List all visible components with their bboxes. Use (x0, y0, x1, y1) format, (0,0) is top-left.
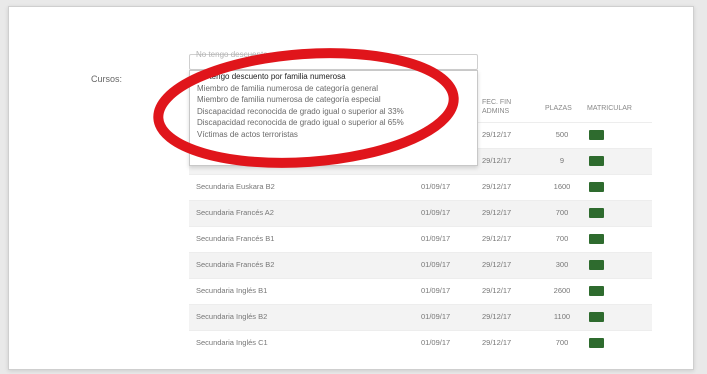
header-matricular: MATRICULAR (587, 105, 632, 112)
end-date: 29/12/17 (482, 234, 512, 243)
start-date: 01/09/17 (421, 312, 451, 321)
matricular-button[interactable] (589, 286, 604, 296)
discount-select[interactable]: No tengo descuento por familia numerosa (189, 50, 478, 70)
select-value: No tengo descuento por familia numerosa (196, 50, 345, 59)
cursos-label: Cursos: (91, 74, 123, 84)
matricular-button[interactable] (589, 338, 604, 348)
matricular-button[interactable] (589, 260, 604, 270)
course-name: Secundaria Francés A2 (196, 208, 274, 217)
plazas-count: 500 (555, 130, 569, 139)
plazas-count: 2600 (553, 286, 571, 295)
end-date: 29/12/17 (482, 338, 512, 347)
plazas-count: 300 (555, 260, 569, 269)
course-name: Secundaria Inglés B1 (196, 286, 268, 295)
dropdown-option[interactable]: Miembro de familia numerosa de categoría… (190, 94, 477, 106)
start-date: 01/09/17 (421, 286, 451, 295)
table-row: Secundaria Inglés C1 01/09/17 29/12/17 7… (189, 330, 652, 356)
table-row: Secundaria Francés B2 01/09/17 29/12/17 … (189, 252, 652, 278)
table-row: Secundaria Euskara B2 01/09/17 29/12/17 … (189, 174, 652, 200)
end-date: 29/12/17 (482, 312, 512, 321)
plazas-count: 700 (555, 234, 569, 243)
dropdown-option[interactable]: Víctimas de actos terroristas (190, 129, 477, 141)
start-date: 01/09/17 (421, 260, 451, 269)
end-date: 29/12/17 (482, 156, 512, 165)
end-date: 29/12/17 (482, 286, 512, 295)
matricular-button[interactable] (589, 182, 604, 192)
dropdown-option[interactable]: Discapacidad reconocida de grado igual o… (190, 117, 477, 129)
table-row: Secundaria Inglés B2 01/09/17 29/12/17 1… (189, 304, 652, 330)
course-name: Secundaria Francés B2 (196, 260, 275, 269)
matricular-button[interactable] (589, 312, 604, 322)
dropdown-option[interactable]: Miembro de familia numerosa de categoría… (190, 83, 477, 95)
plazas-count: 9 (559, 156, 565, 165)
page-sheet: Cursos: No tengo descuento por familia n… (8, 6, 694, 370)
table-row: Secundaria Francés B1 01/09/17 29/12/17 … (189, 226, 652, 252)
header-plazas: PLAZAS (545, 105, 572, 112)
dropdown-option[interactable]: Discapacidad reconocida de grado igual o… (190, 106, 477, 118)
course-name: Secundaria Inglés C1 (196, 338, 268, 347)
discount-dropdown-menu: No tengo descuento por familia numerosa … (189, 70, 478, 166)
start-date: 01/09/17 (421, 182, 451, 191)
dropdown-option[interactable]: No tengo descuento por familia numerosa (190, 71, 477, 83)
table-row: Secundaria Francés A2 01/09/17 29/12/17 … (189, 200, 652, 226)
plazas-count: 1600 (553, 182, 571, 191)
course-name: Secundaria Euskara B2 (196, 182, 275, 191)
plazas-count: 1100 (553, 312, 571, 321)
course-name: Secundaria Inglés B2 (196, 312, 268, 321)
plazas-count: 700 (555, 208, 569, 217)
end-date: 29/12/17 (482, 208, 512, 217)
start-date: 01/09/17 (421, 338, 451, 347)
plazas-count: 700 (555, 338, 569, 347)
header-fec-fin: FEC. FIN ADMINS (482, 99, 512, 115)
matricular-button[interactable] (589, 130, 604, 140)
matricular-button[interactable] (589, 156, 604, 166)
end-date: 29/12/17 (482, 260, 512, 269)
start-date: 01/09/17 (421, 234, 451, 243)
start-date: 01/09/17 (421, 208, 451, 217)
table-row: Secundaria Inglés B1 01/09/17 29/12/17 2… (189, 278, 652, 304)
matricular-button[interactable] (589, 234, 604, 244)
course-name: Secundaria Francés B1 (196, 234, 275, 243)
end-date: 29/12/17 (482, 130, 512, 139)
matricular-button[interactable] (589, 208, 604, 218)
end-date: 29/12/17 (482, 182, 512, 191)
